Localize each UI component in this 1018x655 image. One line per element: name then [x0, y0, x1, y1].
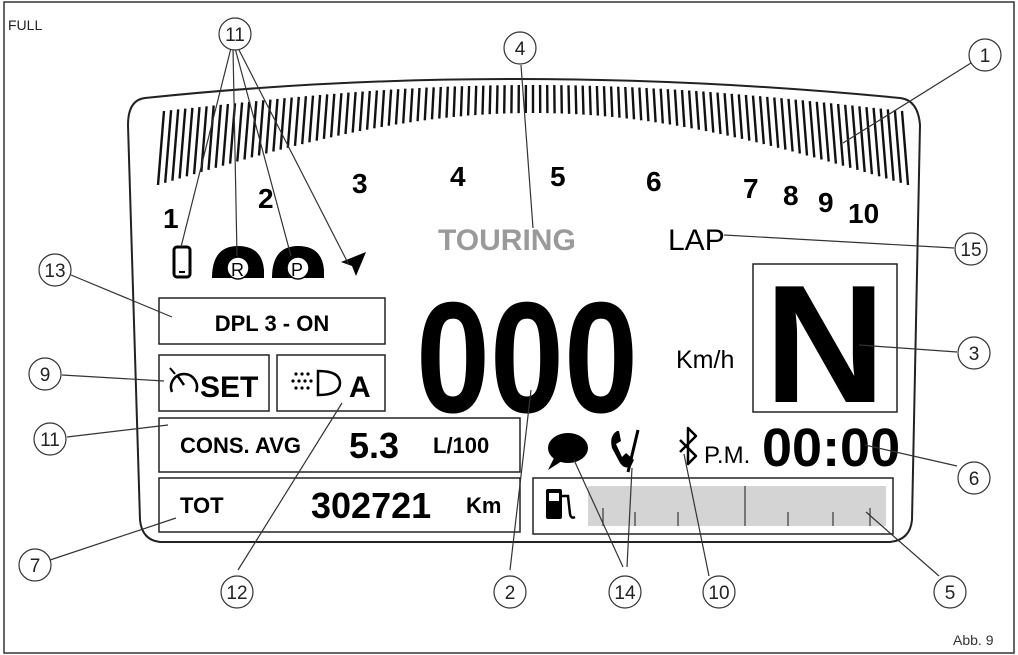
- tacho-label-4: 4: [450, 161, 466, 192]
- gear-indicator: N: [764, 250, 885, 438]
- svg-text:11: 11: [40, 430, 60, 451]
- tacho-label-5: 5: [550, 161, 566, 192]
- tacho-label-1: 1: [163, 203, 179, 234]
- callout-14: 14: [608, 575, 642, 609]
- callout-4: 4: [503, 31, 537, 65]
- tacho-label-9: 9: [818, 187, 834, 218]
- callout-5: 5: [933, 575, 967, 609]
- tacho-tick: [595, 85, 600, 116]
- svg-text:2: 2: [505, 583, 516, 604]
- svg-text:3: 3: [969, 344, 980, 365]
- tacho-label-6: 6: [646, 166, 662, 197]
- tacho-tick: [474, 85, 478, 116]
- clock-ampm: P.M.: [704, 442, 750, 469]
- mode-label: FULL: [8, 17, 42, 33]
- tacho-tick: [430, 87, 435, 120]
- headlight-mode: A: [349, 371, 371, 404]
- odometer-value: 302721: [311, 485, 431, 526]
- tacho-tick: [609, 86, 614, 117]
- tacho-tick: [617, 86, 621, 118]
- callout-12: 12: [220, 575, 254, 609]
- callout-15: 15: [954, 232, 988, 266]
- dashboard-diagram: FULL Abb. 9 1 2 3 4 5 6 7 8 9 10 R P TOU…: [3, 1, 1015, 654]
- lap-indicator: LAP: [668, 224, 725, 257]
- callout-6: 6: [957, 461, 991, 495]
- callout-11-left: 11: [33, 422, 67, 456]
- speed-unit: Km/h: [676, 346, 734, 374]
- svg-text:5: 5: [945, 583, 956, 604]
- tacho-tick: [567, 85, 571, 114]
- fuel-gauge-track: [588, 486, 886, 526]
- callout-2: 2: [493, 575, 527, 609]
- svg-text:15: 15: [960, 240, 981, 261]
- svg-text:12: 12: [226, 583, 247, 604]
- odometer-label: TOT: [180, 493, 224, 518]
- tacho-tick: [481, 85, 485, 115]
- svg-text:14: 14: [614, 583, 636, 604]
- tacho-tick: [438, 86, 442, 119]
- consumption-value: 5.3: [349, 425, 399, 466]
- helmet-rider-label: R: [231, 260, 244, 280]
- odometer-unit: Km: [466, 493, 501, 518]
- callout-9: 9: [28, 357, 62, 391]
- callout-13: 13: [38, 253, 72, 287]
- svg-text:10: 10: [708, 583, 729, 604]
- svg-text:1: 1: [980, 46, 991, 67]
- riding-mode: TOURING: [438, 224, 576, 257]
- svg-text:7: 7: [30, 556, 41, 577]
- svg-text:11: 11: [225, 25, 245, 46]
- callout-1: 1: [968, 38, 1002, 72]
- svg-text:13: 13: [44, 261, 65, 282]
- tacho-tick: [624, 86, 628, 119]
- tacho-label-10: 10: [848, 198, 879, 229]
- tacho-tick: [445, 86, 449, 118]
- callout-11-top: 11: [218, 17, 252, 51]
- svg-text:6: 6: [969, 469, 980, 490]
- consumption-unit: L/100: [433, 433, 489, 458]
- tacho-label-8: 8: [783, 180, 799, 211]
- tacho-tick: [452, 86, 457, 117]
- tacho-tick: [631, 87, 636, 120]
- tacho-tick: [495, 85, 499, 114]
- consumption-label: CONS. AVG: [180, 433, 301, 458]
- tacho-label-3: 3: [352, 168, 368, 199]
- dpl-status: DPL 3 - ON: [215, 311, 330, 336]
- helmet-passenger-label: P: [291, 260, 303, 280]
- tacho-tick: [602, 86, 607, 117]
- tacho-tick: [488, 85, 492, 115]
- tacho-tick: [466, 85, 471, 116]
- tacho-label-7: 7: [743, 173, 759, 204]
- callout-3: 3: [957, 336, 991, 370]
- callout-10: 10: [702, 575, 736, 609]
- cruise-set-label: SET: [200, 371, 258, 404]
- svg-text:4: 4: [515, 39, 526, 60]
- tacho-label-2: 2: [258, 183, 274, 214]
- callout-7: 7: [18, 548, 52, 582]
- tacho-tick: [574, 85, 578, 115]
- figure-reference: Abb. 9: [953, 632, 994, 648]
- tacho-tick: [459, 86, 464, 117]
- svg-text:9: 9: [40, 365, 51, 386]
- tacho-tick: [581, 85, 585, 115]
- tacho-tick: [588, 85, 592, 116]
